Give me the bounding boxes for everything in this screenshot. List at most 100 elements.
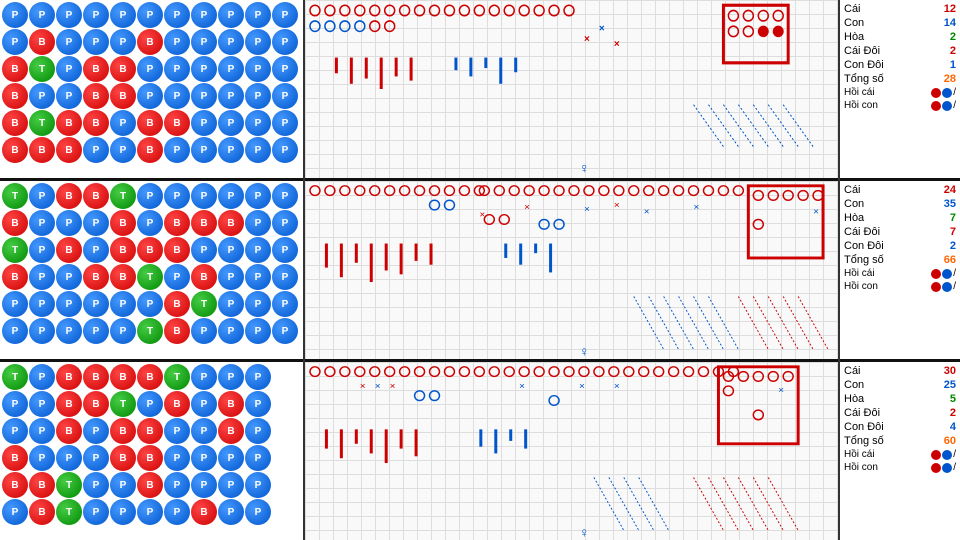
stat-row-con-2: Con 35: [844, 197, 956, 211]
circle: P: [272, 291, 298, 317]
con-label-2: Con: [844, 198, 864, 210]
circle: P: [83, 137, 109, 163]
hoa-value: 2: [950, 31, 956, 43]
hoi-cai-label-3: Hồi cái: [844, 449, 875, 460]
circle: P: [56, 291, 82, 317]
circle: B: [137, 237, 163, 263]
svg-text:×: ×: [614, 381, 620, 392]
con-label: Con: [844, 17, 864, 29]
hoi-cai-row: Hồi cái /: [844, 86, 956, 99]
circle: P: [137, 183, 163, 209]
circle: B: [110, 210, 136, 236]
svg-text:♀: ♀: [579, 525, 589, 540]
circle: P: [218, 291, 244, 317]
hoi-cai-circle-blue-2: [942, 269, 952, 279]
hoi-con-indicator-2: /: [931, 281, 956, 292]
circle: P: [29, 291, 55, 317]
circle: B: [110, 237, 136, 263]
circle: P: [164, 137, 190, 163]
hoi-cai-circle-red: [931, 88, 941, 98]
circle: P: [245, 391, 271, 417]
hoi-con-slash: /: [953, 100, 956, 111]
svg-text:×: ×: [813, 207, 819, 218]
circle: T: [29, 110, 55, 136]
hoi-con-circle-blue-2: [942, 282, 952, 292]
circle: P: [56, 264, 82, 290]
circle: B: [191, 499, 217, 525]
circle: P: [245, 210, 271, 236]
circle: P: [110, 472, 136, 498]
hoi-cai-slash: /: [953, 87, 956, 98]
circle: P: [29, 264, 55, 290]
right-panel: Cái 12 Con 14 Hòa 2 Cái Đôi 2 Con Đôi 1 …: [840, 0, 960, 540]
circle: P: [137, 499, 163, 525]
circle: P: [164, 445, 190, 471]
circle: P: [83, 2, 109, 28]
circle: B: [56, 137, 82, 163]
circle-row: B P P B B P P P P P P: [2, 83, 301, 109]
stats-section-1: Cái 12 Con 14 Hòa 2 Cái Đôi 2 Con Đôi 1 …: [840, 0, 960, 181]
stat-row-cai-2: Cái 24: [844, 183, 956, 197]
circle: B: [164, 391, 190, 417]
circle: P: [245, 83, 271, 109]
circle: B: [29, 472, 55, 498]
con-doi-label-3: Con Đôi: [844, 421, 884, 433]
svg-text:×: ×: [584, 34, 590, 45]
circle: B: [83, 391, 109, 417]
circle: P: [218, 137, 244, 163]
hoi-cai-slash-2: /: [953, 268, 956, 279]
hoi-con-label: Hồi con: [844, 100, 878, 111]
hoi-cai-row-2: Hồi cái /: [844, 267, 956, 280]
hoa-value-2: 7: [950, 212, 956, 224]
chart-section-1: × × × ♀: [305, 0, 838, 181]
circle: P: [83, 472, 109, 498]
circle: P: [137, 391, 163, 417]
circle: P: [2, 29, 28, 55]
hoi-cai-label-2: Hồi cái: [844, 268, 875, 279]
circle: B: [110, 83, 136, 109]
circle: P: [164, 2, 190, 28]
circle: P: [272, 237, 298, 263]
circle: P: [83, 291, 109, 317]
circle: B: [191, 264, 217, 290]
circle: P: [272, 137, 298, 163]
stat-row-con-3: Con 25: [844, 378, 956, 392]
cai-value-3: 30: [944, 365, 956, 377]
circle: B: [218, 391, 244, 417]
circle: P: [191, 364, 217, 390]
circle: P: [110, 318, 136, 344]
tong-so-value: 28: [944, 73, 956, 85]
circle: P: [56, 318, 82, 344]
chart-content-1: × × × ♀: [305, 0, 838, 178]
circle: P: [56, 56, 82, 82]
circle: B: [110, 56, 136, 82]
hoi-cai-slash-3: /: [953, 449, 956, 460]
circle: P: [272, 318, 298, 344]
hoi-cai-circle-red-2: [931, 269, 941, 279]
circle: B: [29, 499, 55, 525]
circle: P: [191, 56, 217, 82]
circle: P: [56, 210, 82, 236]
cai-value-2: 24: [944, 184, 956, 196]
circle-row: P B T P P P P B P P: [2, 499, 301, 525]
circle: P: [83, 499, 109, 525]
circle: T: [29, 56, 55, 82]
circle: P: [2, 2, 28, 28]
circle: P: [245, 237, 271, 263]
stat-row-cai: Cái 12: [844, 2, 956, 16]
circle: P: [2, 318, 28, 344]
svg-text:♀: ♀: [579, 344, 589, 359]
svg-text:×: ×: [390, 381, 396, 392]
circle-row: B B T P P B P P P P: [2, 472, 301, 498]
circle: P: [2, 499, 28, 525]
circle: P: [191, 445, 217, 471]
circle: P: [29, 183, 55, 209]
circle-row: B P P P B P B B B P P: [2, 210, 301, 236]
svg-text:×: ×: [519, 381, 525, 392]
hoi-cai-row-3: Hồi cái /: [844, 448, 956, 461]
circle: P: [218, 29, 244, 55]
circle: B: [56, 110, 82, 136]
circle-row: P P B B T P B P B P: [2, 391, 301, 417]
circle: P: [137, 210, 163, 236]
circle: P: [272, 110, 298, 136]
